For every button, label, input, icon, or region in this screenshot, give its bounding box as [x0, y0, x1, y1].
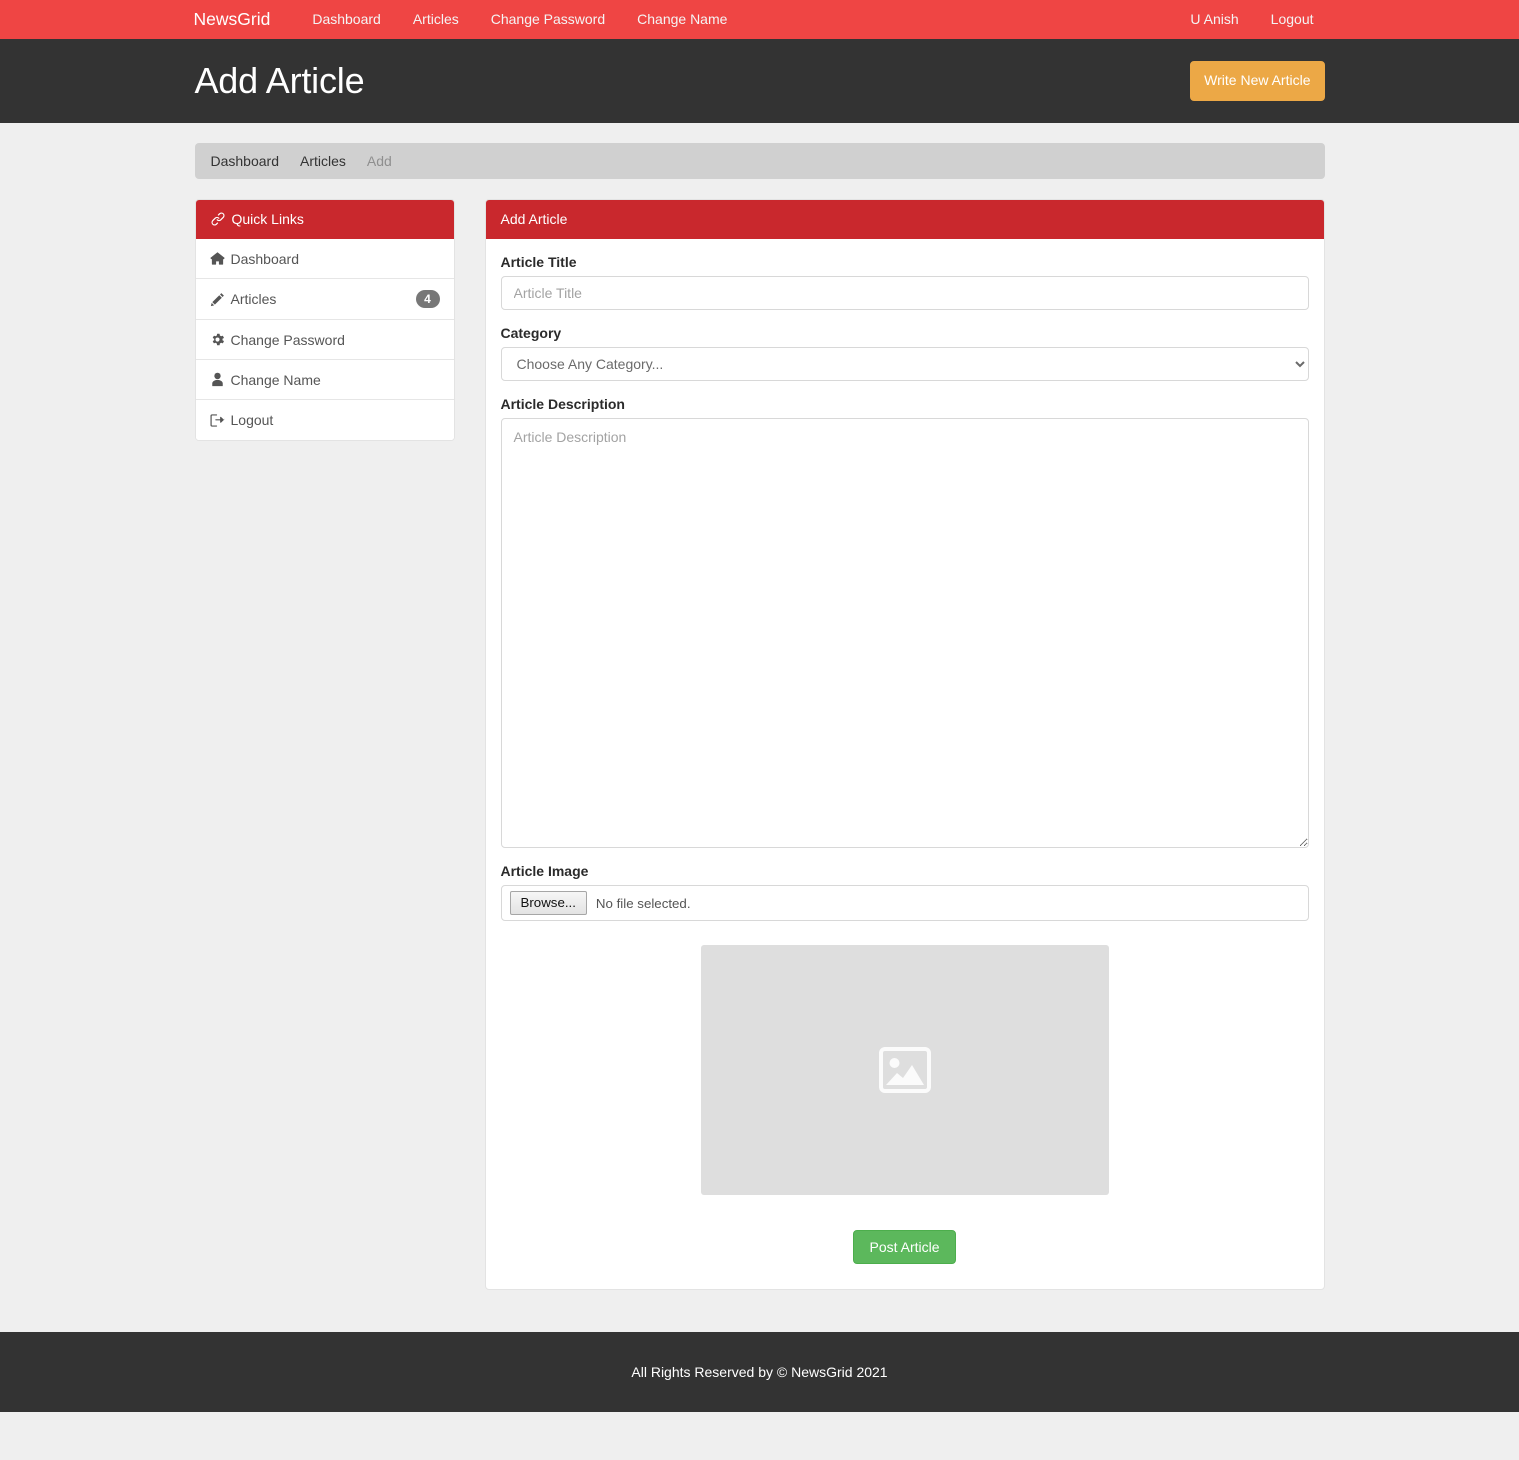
sidebar-item-label: Articles	[230, 291, 277, 307]
sidebar-item-articles[interactable]: Articles 4	[195, 279, 454, 320]
pencil-icon	[210, 292, 228, 307]
add-article-card-header: Add Article	[485, 200, 1324, 239]
article-title-input[interactable]	[500, 276, 1309, 310]
link-icon	[210, 212, 225, 226]
file-status-text: No file selected.	[595, 895, 691, 911]
page-title: Add Article	[194, 60, 365, 102]
main-row: Quick Links Dashboard Articles 4 Change …	[194, 199, 1325, 1332]
top-spacer	[195, 123, 1325, 143]
article-image-label: Article Image	[500, 863, 589, 879]
article-title-label: Article Title	[500, 254, 577, 270]
nav-link-dashboard[interactable]: Dashboard	[296, 0, 397, 39]
page-header-inner: Add Article Write New Article	[190, 61, 1330, 101]
sidebar-item-change-name[interactable]: Change Name	[195, 360, 454, 400]
navbar-inner: NewsGrid Dashboard Articles Change Passw…	[190, 0, 1330, 39]
category-group: Category Choose Any Category...	[500, 325, 1309, 381]
breadcrumb-item-dashboard[interactable]: Dashboard	[211, 153, 280, 169]
add-article-form: Article Title Category Choose Any Catego…	[486, 239, 1324, 1289]
breadcrumb-item-add: Add	[366, 153, 392, 169]
quick-links-card: Quick Links Dashboard Articles 4 Change …	[194, 199, 455, 441]
quick-links-header: Quick Links	[195, 200, 454, 239]
sidebar-item-label: Logout	[230, 412, 274, 428]
sign-out-icon	[209, 413, 228, 428]
sidebar-item-label: Change Name	[230, 371, 321, 388]
browse-button[interactable]: Browse...	[509, 890, 587, 916]
footer-text: All Rights Reserved by © NewsGrid 2021	[631, 1364, 888, 1380]
nav-link-change-name[interactable]: Change Name	[621, 0, 743, 39]
nav-link-articles[interactable]: Articles	[397, 0, 475, 39]
navbar-links: Dashboard Articles Change Password Chang…	[296, 0, 743, 39]
page-footer: All Rights Reserved by © NewsGrid 2021	[0, 1332, 1519, 1412]
gear-icon	[210, 332, 228, 347]
article-description-label: Article Description	[500, 396, 625, 412]
add-article-card-title: Add Article	[500, 211, 568, 227]
image-placeholder-icon	[878, 1047, 931, 1093]
quick-links-list: Dashboard Articles 4 Change Password Cha…	[195, 239, 454, 440]
nav-link-logout[interactable]: Logout	[1255, 0, 1330, 39]
top-navbar: NewsGrid Dashboard Articles Change Passw…	[0, 0, 1519, 39]
navbar-right: U Anish Logout	[1174, 0, 1329, 39]
article-description-group: Article Description	[500, 396, 1309, 848]
post-article-button[interactable]: Post Article	[853, 1230, 956, 1264]
sidebar-item-label: Dashboard	[230, 250, 300, 267]
article-image-file-input[interactable]: Browse... No file selected.	[500, 885, 1309, 921]
quick-links-title: Quick Links	[231, 211, 304, 227]
breadcrumb-item-articles[interactable]: Articles	[300, 153, 346, 169]
image-preview-wrapper	[501, 945, 1309, 1195]
page-header-bar: Add Article Write New Article	[0, 39, 1519, 123]
brand-logo[interactable]: NewsGrid	[190, 0, 275, 39]
breadcrumb: Dashboard Articles Add	[194, 143, 1325, 179]
sidebar-item-dashboard[interactable]: Dashboard	[195, 239, 454, 279]
nav-link-user[interactable]: U Anish	[1174, 0, 1254, 39]
sidebar-column: Quick Links Dashboard Articles 4 Change …	[194, 199, 455, 441]
content-container: Dashboard Articles Add Quick Links Dashb…	[190, 123, 1330, 1332]
article-description-textarea[interactable]	[500, 418, 1309, 848]
category-label: Category	[500, 325, 562, 341]
user-icon	[210, 372, 228, 387]
add-article-card: Add Article Article Title Category Choos…	[484, 199, 1325, 1290]
sidebar-item-change-password[interactable]: Change Password	[195, 320, 454, 360]
form-column: Add Article Article Title Category Choos…	[484, 199, 1325, 1290]
article-title-group: Article Title	[500, 254, 1309, 310]
articles-count-badge: 4	[415, 290, 440, 308]
submit-wrapper: Post Article	[501, 1230, 1309, 1264]
nav-link-change-password[interactable]: Change Password	[475, 0, 621, 39]
write-new-article-button[interactable]: Write New Article	[1190, 61, 1325, 101]
category-select[interactable]: Choose Any Category...	[500, 347, 1309, 381]
image-preview-box	[700, 945, 1109, 1195]
article-image-group: Article Image Browse... No file selected…	[500, 863, 1309, 921]
home-icon	[209, 251, 228, 266]
sidebar-item-label: Change Password	[230, 331, 345, 348]
page-root: NewsGrid Dashboard Articles Change Passw…	[0, 0, 1519, 1460]
sidebar-item-logout[interactable]: Logout	[195, 400, 454, 440]
